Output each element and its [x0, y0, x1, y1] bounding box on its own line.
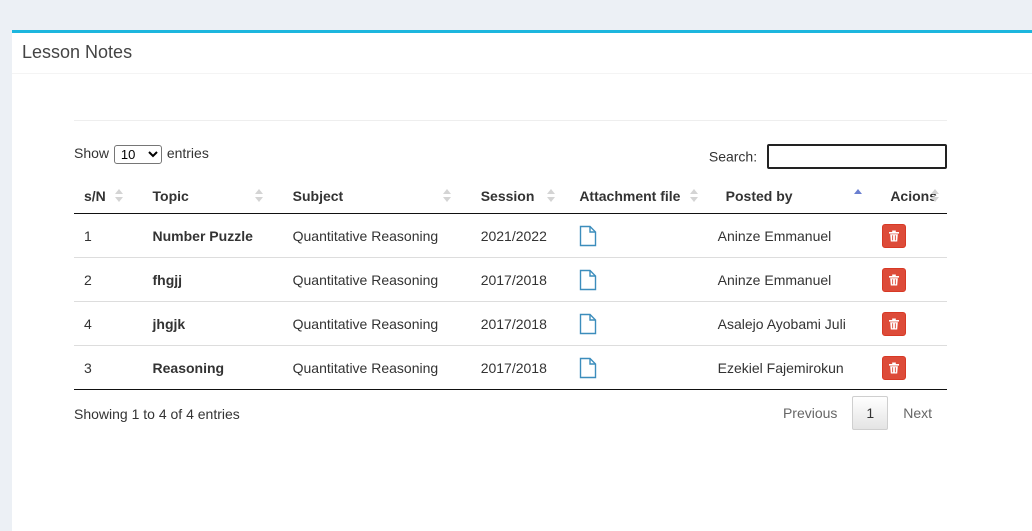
sort-asc-icon — [854, 188, 863, 204]
delete-button[interactable] — [882, 267, 907, 292]
cell-posted-by: Aninze Emmanuel — [705, 257, 871, 302]
trash-icon — [889, 362, 900, 373]
column-header-actions[interactable]: Acions — [870, 179, 947, 214]
entries-label: entries — [166, 145, 209, 161]
lesson-notes-table: s/N Topic Subject Session Attachment fil… — [74, 179, 947, 390]
trash-icon — [889, 230, 900, 241]
cell-actions — [870, 301, 947, 346]
cell-session: 2017/2018 — [458, 257, 564, 302]
cell-topic: Reasoning — [130, 345, 271, 390]
cell-attachment — [563, 214, 705, 258]
cell-attachment — [563, 257, 706, 302]
delete-button[interactable] — [882, 355, 907, 380]
cell-subject: Quantitative Reasoning — [270, 345, 459, 390]
search-label: Search: — [708, 148, 758, 165]
pagination: Previous 1 Next — [768, 396, 947, 430]
cell-session: 2017/2018 — [458, 301, 564, 346]
table-row: 2 fhgjj Quantitative Reasoning 2017/2018… — [74, 257, 947, 302]
cell-sn: 1 — [84, 227, 92, 244]
table-footer: Showing 1 to 4 of 4 entries Previous 1 N… — [74, 396, 947, 440]
cell-sn: 3 — [74, 345, 131, 390]
sort-icon — [442, 188, 451, 204]
trash-icon — [889, 274, 900, 285]
cell-subject: Quantitative Reasoning — [270, 257, 459, 302]
cell-topic: Number Puzzle — [152, 227, 253, 244]
sort-icon — [931, 188, 939, 204]
sort-icon — [689, 188, 698, 204]
cell-sn: 2 — [74, 257, 131, 302]
cell-posted-by: Ezekiel Fajemirokun — [705, 345, 871, 390]
column-header-posted-by[interactable]: Posted by — [705, 179, 871, 214]
previous-button[interactable]: Previous — [768, 396, 852, 430]
delete-button[interactable] — [882, 311, 907, 336]
cell-sn: 4 — [74, 301, 131, 346]
next-button[interactable]: Next — [888, 396, 947, 430]
box-header: Lesson Notes — [12, 33, 1032, 74]
file-icon[interactable] — [579, 313, 597, 335]
table-row: 4 jhgjk Quantitative Reasoning 2017/2018… — [74, 301, 947, 346]
table-info: Showing 1 to 4 of 4 entries — [74, 406, 240, 422]
column-header-attachment[interactable]: Attachment file — [563, 179, 706, 214]
table-row: 3 Reasoning Quantitative Reasoning 2017/… — [74, 345, 947, 390]
column-header-subject[interactable]: Subject — [270, 179, 459, 214]
entries-select[interactable]: 10 — [113, 144, 162, 164]
table-header-row: s/N Topic Subject Session Attachment fil… — [74, 179, 947, 214]
table-row: 1 Number Puzzle Quantitative Reasoning 2… — [74, 214, 947, 258]
divider — [74, 120, 947, 121]
cell-subject: Quantitative Reasoning — [292, 227, 439, 244]
table-controls: Show 10 entries Search: — [74, 144, 947, 172]
trash-icon — [889, 318, 900, 329]
file-icon[interactable] — [579, 357, 597, 379]
cell-actions — [870, 214, 947, 258]
cell-actions — [870, 345, 947, 390]
sort-icon — [547, 188, 556, 204]
file-icon[interactable] — [579, 269, 597, 291]
cell-subject: Quantitative Reasoning — [270, 301, 459, 346]
show-label: Show — [74, 145, 110, 161]
cell-topic: jhgjk — [130, 301, 271, 346]
column-header-sn[interactable]: s/N — [74, 179, 131, 214]
cell-attachment — [563, 345, 706, 390]
cell-posted-by: Asalejo Ayobami Juli — [705, 301, 871, 346]
page-button-current[interactable]: 1 — [852, 396, 889, 430]
page-title: Lesson Notes — [22, 42, 133, 62]
cell-attachment — [563, 301, 706, 346]
search-control: Search: — [709, 144, 947, 169]
cell-topic: fhgjj — [130, 257, 271, 302]
sort-icon — [254, 188, 263, 204]
file-icon[interactable] — [579, 225, 597, 247]
sort-icon — [114, 188, 123, 204]
search-input[interactable] — [767, 144, 947, 169]
cell-session: 2021/2022 — [480, 227, 547, 244]
cell-session: 2017/2018 — [458, 345, 564, 390]
column-header-session[interactable]: Session — [458, 179, 564, 214]
entries-length-control: Show 10 entries — [74, 144, 209, 164]
delete-button[interactable] — [882, 223, 907, 248]
cell-posted-by: Aninze Emmanuel — [717, 227, 832, 244]
column-header-topic[interactable]: Topic — [130, 179, 271, 214]
cell-actions — [870, 257, 947, 302]
